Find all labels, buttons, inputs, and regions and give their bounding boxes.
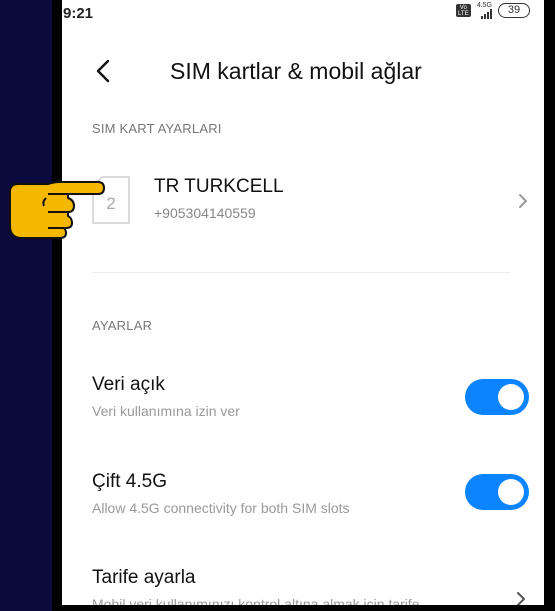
signal-bars — [481, 9, 492, 19]
sim-phone-number: +905304140559 — [154, 205, 256, 221]
status-time: 9:21 — [63, 5, 94, 22]
network-type-label: 4.5G — [476, 2, 492, 9]
back-button[interactable] — [90, 56, 118, 86]
dual-4g-toggle[interactable] — [465, 474, 529, 510]
setting-data-plan[interactable]: Tarife ayarla Mobil veri kullanımınızı k… — [62, 567, 544, 605]
signal-icon: 4.5G — [477, 2, 492, 19]
chevron-right-icon — [519, 194, 527, 208]
bottom-border — [62, 605, 544, 611]
battery-icon: 39 — [498, 3, 530, 18]
page-title: SIM kartlar & mobil ağlar — [170, 58, 422, 84]
status-icons: Vo LTE 4.5G 39 — [455, 2, 530, 19]
sim-slot-number: 2 — [106, 194, 115, 213]
mobile-data-toggle[interactable] — [465, 379, 529, 415]
setting-title: Veri açık — [92, 374, 165, 395]
header: SIM kartlar & mobil ağlar — [62, 52, 544, 92]
pointing-hand-icon — [9, 181, 105, 239]
chevron-right-icon — [517, 592, 525, 605]
toggle-knob — [498, 479, 524, 505]
sim-card-row[interactable]: 2 TR TURKCELL +905304140559 — [62, 168, 544, 244]
toggle-knob — [498, 384, 524, 410]
left-border — [0, 0, 62, 611]
setting-title: Çift 4.5G — [92, 471, 167, 492]
section-label-settings: AYARLAR — [92, 318, 153, 333]
setting-subtitle: Allow 4.5G connectivity for both SIM slo… — [92, 500, 350, 516]
status-bar: 9:21 Vo LTE 4.5G 39 — [62, 0, 544, 36]
sim-carrier-name: TR TURKCELL — [154, 176, 284, 197]
section-label-sim: SIM KART AYARLARI — [92, 121, 222, 136]
right-border — [544, 0, 555, 611]
setting-subtitle: Veri kullanımına izin ver — [92, 403, 240, 419]
volte-icon: Vo LTE — [455, 4, 471, 17]
setting-subtitle: Mobil veri kullanımınızı kontrol altına … — [92, 596, 420, 605]
left-band — [0, 0, 52, 611]
section-divider — [92, 272, 510, 273]
setting-title: Tarife ayarla — [92, 567, 196, 588]
back-arrow-icon — [96, 59, 110, 83]
phone-screen: 9:21 Vo LTE 4.5G 39 SIM kartlar & mobil … — [62, 0, 544, 605]
